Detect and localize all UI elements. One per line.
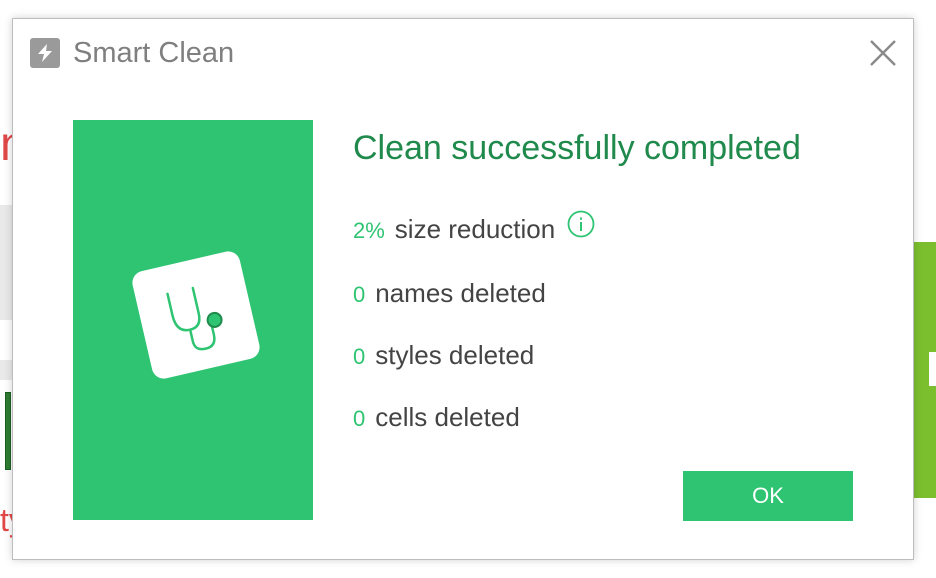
- background-fragment-red-text: ty: [0, 502, 12, 538]
- success-heading: Clean successfully completed: [353, 129, 801, 167]
- smart-clean-dialog: Smart Clean Clean successfully completed…: [12, 18, 914, 560]
- stat-cells-deleted: 0 cells deleted: [353, 400, 520, 439]
- stat-value: 0: [353, 406, 366, 431]
- dialog-title: Smart Clean: [73, 37, 235, 69]
- stat-label: styles deleted: [375, 340, 535, 370]
- background-panel: [0, 205, 12, 320]
- stat-size-reduction: 2% size reduction: [353, 210, 595, 254]
- background-fragment-red: n: [0, 120, 12, 170]
- stat-label: names deleted: [375, 278, 546, 308]
- background-green-button-mark: [929, 352, 936, 386]
- stat-value: 0: [353, 282, 366, 307]
- hero-panel: [73, 120, 313, 520]
- stat-names-deleted: 0 names deleted: [353, 276, 546, 315]
- stat-styles-deleted: 0 styles deleted: [353, 338, 534, 377]
- lightning-icon: [30, 38, 60, 68]
- background-panel-2: [0, 360, 12, 380]
- info-icon[interactable]: [567, 210, 595, 251]
- close-button[interactable]: [863, 33, 903, 73]
- stat-label: cells deleted: [375, 402, 520, 432]
- hero-card: [130, 249, 262, 381]
- stethoscope-icon: [166, 286, 223, 351]
- ok-button[interactable]: OK: [683, 471, 853, 521]
- dialog-titlebar: Smart Clean: [13, 19, 913, 85]
- background-green-strip: [5, 392, 11, 470]
- close-icon: [870, 40, 896, 66]
- stat-value: 2%: [353, 218, 385, 243]
- stat-value: 0: [353, 344, 366, 369]
- stat-label: size reduction: [394, 214, 556, 244]
